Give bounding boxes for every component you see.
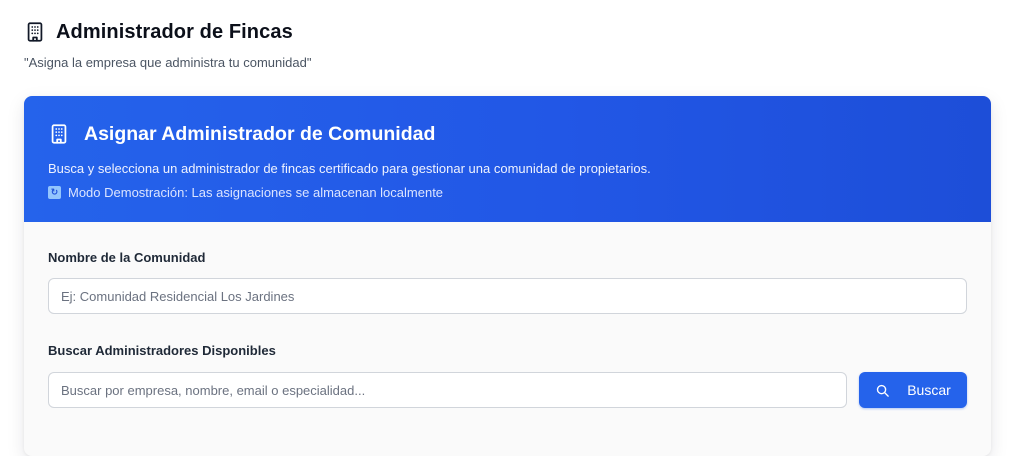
page-title-row: Administrador de Fincas [24, 18, 991, 46]
search-button[interactable]: Buscar [859, 372, 967, 408]
card-header: Asignar Administrador de Comunidad Busca… [24, 96, 991, 222]
assign-admin-card: Asignar Administrador de Comunidad Busca… [24, 96, 991, 456]
page-subtitle: "Asigna la empresa que administra tu com… [24, 55, 312, 70]
community-name-input[interactable] [48, 278, 967, 314]
building-icon [48, 123, 70, 145]
search-row: Buscar [48, 372, 967, 408]
building-icon [24, 21, 46, 43]
search-admins-label: Buscar Administradores Disponibles [48, 343, 276, 358]
card-title-row: Asignar Administrador de Comunidad [48, 121, 967, 147]
community-name-label: Nombre de la Comunidad [48, 250, 206, 265]
card-body: Nombre de la Comunidad Buscar Administra… [24, 222, 991, 408]
search-button-label: Buscar [907, 382, 951, 398]
search-icon [875, 383, 890, 398]
page-title: Administrador de Fincas [56, 20, 293, 43]
demo-mode-text: Modo Demostración: Las asignaciones se a… [68, 185, 444, 200]
page-header: Administrador de Fincas "Asigna la empre… [24, 18, 991, 71]
card-title: Asignar Administrador de Comunidad [84, 122, 436, 145]
refresh-icon: ↻ [48, 186, 61, 199]
demo-mode-notice: ↻ Modo Demostración: Las asignaciones se… [48, 185, 967, 200]
card-description: Busca y selecciona un administrador de f… [48, 161, 651, 176]
admin-search-input[interactable] [48, 372, 847, 408]
